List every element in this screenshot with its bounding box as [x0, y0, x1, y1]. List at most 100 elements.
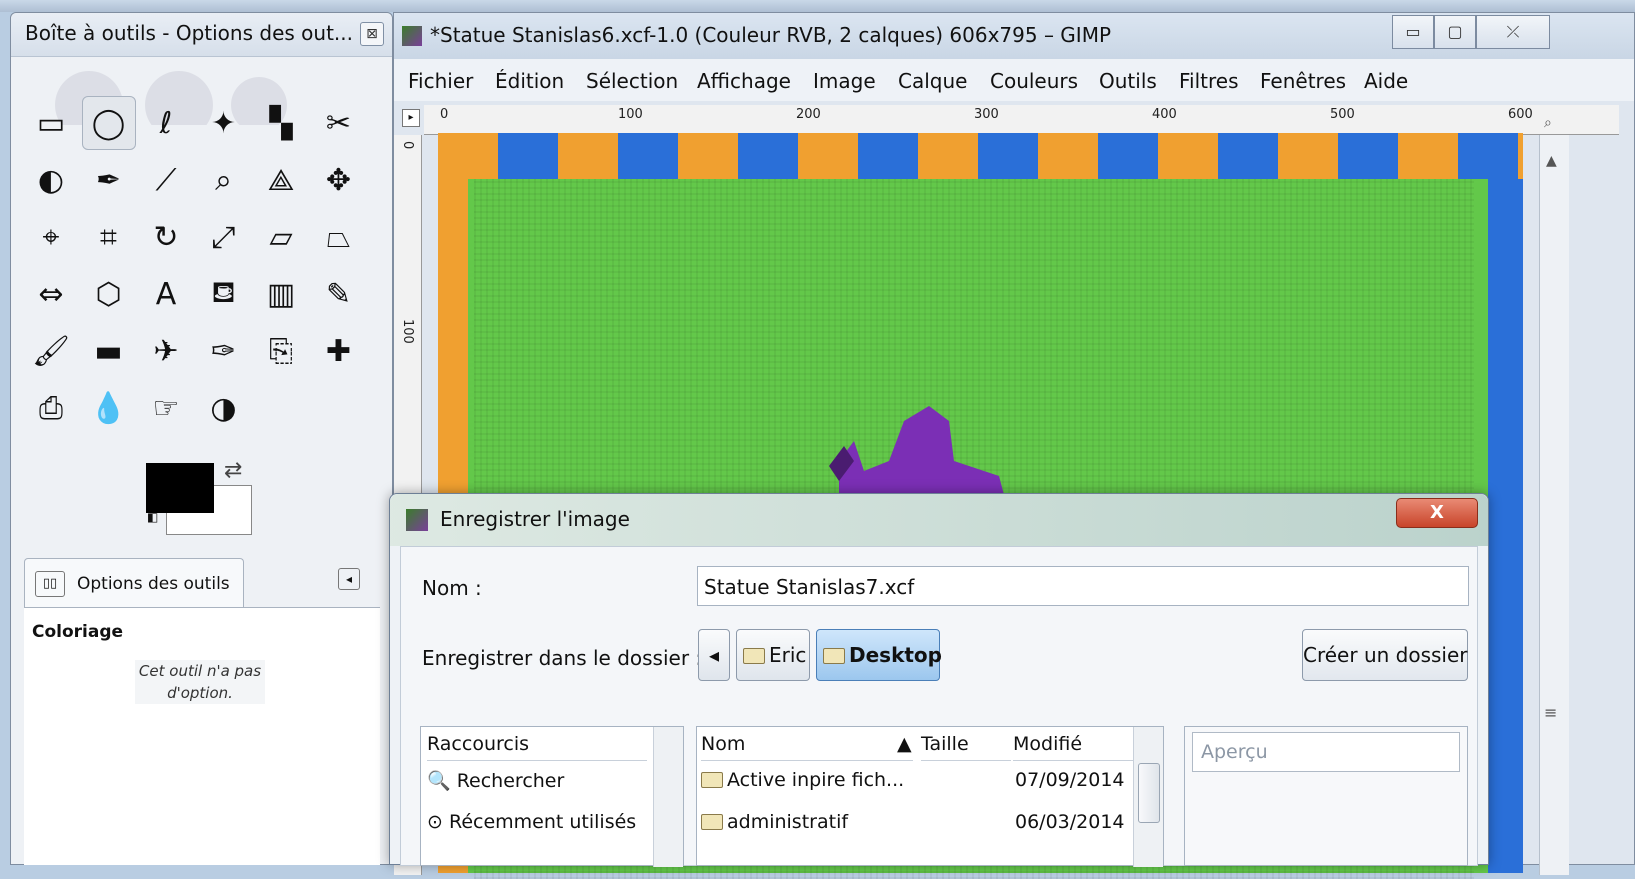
- ellipse-select-tool-icon[interactable]: ◯: [81, 96, 136, 150]
- text-tool-icon[interactable]: A: [139, 267, 193, 321]
- files-scrollbar-thumb[interactable]: [1138, 763, 1160, 823]
- menu-edition[interactable]: Édition: [495, 69, 564, 93]
- filename-input[interactable]: Statue Stanislas7.xcf: [697, 566, 1469, 606]
- dialog-title: Enregistrer l'image: [440, 507, 630, 531]
- bucket-fill-tool-icon[interactable]: ⛾: [197, 267, 251, 321]
- fuzzy-select-tool-icon[interactable]: ✦: [197, 96, 251, 150]
- shear-tool-icon[interactable]: ▱: [254, 210, 308, 264]
- scroll-up-icon[interactable]: ▲: [1546, 153, 1557, 169]
- dodge-burn-tool-icon[interactable]: ◑: [197, 381, 251, 435]
- tool-options-panel: [24, 607, 380, 865]
- folder-label: Enregistrer dans le dossier :: [422, 646, 703, 670]
- perspective-tool-icon[interactable]: ⏢: [312, 210, 366, 264]
- image-window-title: *Statue Stanislas6.xcf-1.0 (Couleur RVB,…: [430, 23, 1112, 47]
- smudge-tool-icon[interactable]: ☞: [139, 381, 193, 435]
- menubar: Fichier Édition Sélection Affichage Image Cal…: [394, 59, 1634, 101]
- places-header[interactable]: Raccourcis: [427, 727, 647, 761]
- horizontal-ruler: 0 100 200 300 400 500 600: [424, 105, 1619, 135]
- tab-tool-options[interactable]: ▯▯ Options des outils: [24, 558, 244, 608]
- file-modified: 07/09/2014: [1015, 769, 1125, 791]
- foreground-color-swatch[interactable]: [146, 463, 214, 513]
- scroll-grip-icon[interactable]: ≡: [1544, 703, 1557, 722]
- file-list[interactable]: Nom ▲ Taille Modifié Active inpire fich.…: [696, 726, 1164, 867]
- free-select-tool-icon[interactable]: ℓ: [139, 96, 193, 150]
- zoom-icon[interactable]: ⌕: [1544, 115, 1552, 131]
- place-item-label: Récemment utilisés: [448, 811, 637, 833]
- column-size[interactable]: Taille: [921, 727, 1011, 761]
- ruler-tick-label: 400: [1152, 107, 1177, 122]
- paths-tool-icon[interactable]: ✒: [82, 153, 136, 207]
- place-item-search[interactable]: 🔍 Rechercher: [427, 769, 564, 792]
- menu-calque[interactable]: Calque: [898, 69, 967, 93]
- color-picker-tool-icon[interactable]: ⟋: [139, 153, 193, 207]
- foreground-select-tool-icon[interactable]: ◐: [24, 153, 78, 207]
- column-modified[interactable]: Modifié: [1013, 727, 1133, 761]
- gimp-icon: [406, 509, 428, 531]
- menu-outils[interactable]: Outils: [1099, 69, 1157, 93]
- blend-tool-icon[interactable]: ▥: [254, 267, 308, 321]
- cage-tool-icon[interactable]: ⬡: [82, 267, 136, 321]
- ruler-tick-label: 0: [440, 107, 449, 122]
- align-tool-icon[interactable]: ⌖: [24, 210, 78, 264]
- flip-tool-icon[interactable]: ⇔: [24, 267, 78, 321]
- menu-image[interactable]: Image: [813, 69, 876, 93]
- preview-label[interactable]: Aperçu: [1192, 732, 1460, 772]
- clone-tool-icon[interactable]: ⎘: [254, 324, 308, 378]
- minimize-icon[interactable]: ▭: [1392, 15, 1434, 49]
- heal-tool-icon[interactable]: ✚: [312, 324, 366, 378]
- crop-tool-icon[interactable]: ⌗: [82, 210, 136, 264]
- column-name[interactable]: Nom: [701, 727, 911, 761]
- close-icon[interactable]: ⊠: [360, 22, 384, 46]
- places-list[interactable]: Raccourcis 🔍 Rechercher ⊙ Récemment util…: [420, 726, 684, 867]
- create-folder-button[interactable]: Créer un dossier: [1302, 629, 1468, 681]
- folder-icon: [701, 772, 723, 788]
- move-tool-icon[interactable]: ✥: [312, 153, 366, 207]
- ruler-tick-label: 0: [400, 141, 415, 150]
- dialog-close-button[interactable]: X: [1396, 498, 1478, 528]
- menu-fichier[interactable]: Fichier: [408, 69, 473, 93]
- place-item-recent[interactable]: ⊙ Récemment utilisés: [427, 811, 636, 833]
- pencil-tool-icon[interactable]: ✎: [312, 267, 366, 321]
- color-select-tool-icon[interactable]: ▚: [254, 96, 308, 150]
- crumb-eric[interactable]: Eric: [736, 629, 810, 681]
- menu-selection[interactable]: Sélection: [586, 69, 678, 93]
- scale-tool-icon[interactable]: ⤢: [197, 210, 251, 264]
- file-row[interactable]: Active inpire fich...: [701, 769, 904, 791]
- dialog-titlebar[interactable]: Enregistrer l'image X: [390, 494, 1488, 546]
- tool-options-message: Cet outil n'a pas d'option.: [135, 660, 265, 704]
- ink-tool-icon[interactable]: ✑: [197, 324, 251, 378]
- place-item-label: Rechercher: [456, 770, 565, 792]
- menu-couleurs[interactable]: Couleurs: [990, 69, 1078, 93]
- crumb-desktop[interactable]: Desktop: [816, 629, 942, 681]
- toolbox-titlebar[interactable]: Boîte à outils - Options des out... ⊠: [11, 13, 392, 57]
- blur-tool-icon[interactable]: 💧: [82, 381, 136, 435]
- paintbrush-tool-icon[interactable]: 🖌: [24, 324, 78, 378]
- measure-tool-icon[interactable]: ⟁: [254, 153, 308, 207]
- eraser-tool-icon[interactable]: ▬: [82, 324, 136, 378]
- menu-aide[interactable]: Aide: [1364, 69, 1408, 93]
- menu-affichage[interactable]: Affichage: [697, 69, 791, 93]
- rotate-tool-icon[interactable]: ↻: [139, 210, 193, 264]
- files-scrollbar[interactable]: [1133, 727, 1163, 867]
- navigate-icon[interactable]: ▸: [402, 109, 420, 127]
- zoom-tool-icon[interactable]: ⌕: [197, 153, 251, 207]
- places-scrollbar[interactable]: [653, 727, 683, 867]
- window-close-icon[interactable]: ⤫: [1476, 15, 1550, 49]
- maximize-icon[interactable]: ▢: [1434, 15, 1476, 49]
- file-row[interactable]: administratif: [701, 811, 848, 833]
- perspective-clone-tool-icon[interactable]: ⎙: [24, 381, 78, 435]
- name-label: Nom :: [422, 576, 482, 600]
- vertical-scrollbar[interactable]: [1539, 135, 1569, 875]
- scissors-tool-icon[interactable]: ✂: [312, 96, 366, 150]
- swap-colors-icon[interactable]: ⇄: [224, 458, 242, 483]
- menu-filtres[interactable]: Filtres: [1179, 69, 1239, 93]
- tab-menu-icon[interactable]: ◂: [338, 568, 360, 590]
- folder-icon: [823, 648, 845, 664]
- ruler-tick-label: 100: [400, 319, 415, 344]
- rect-select-tool-icon[interactable]: ▭: [24, 96, 78, 150]
- default-colors-icon[interactable]: ◧: [147, 510, 169, 528]
- menu-fenetres[interactable]: Fenêtres: [1260, 69, 1346, 93]
- image-window-titlebar[interactable]: *Statue Stanislas6.xcf-1.0 (Couleur RVB,…: [394, 13, 1634, 59]
- airbrush-tool-icon[interactable]: ✈: [139, 324, 193, 378]
- crumb-back-button[interactable]: ◂: [698, 629, 730, 681]
